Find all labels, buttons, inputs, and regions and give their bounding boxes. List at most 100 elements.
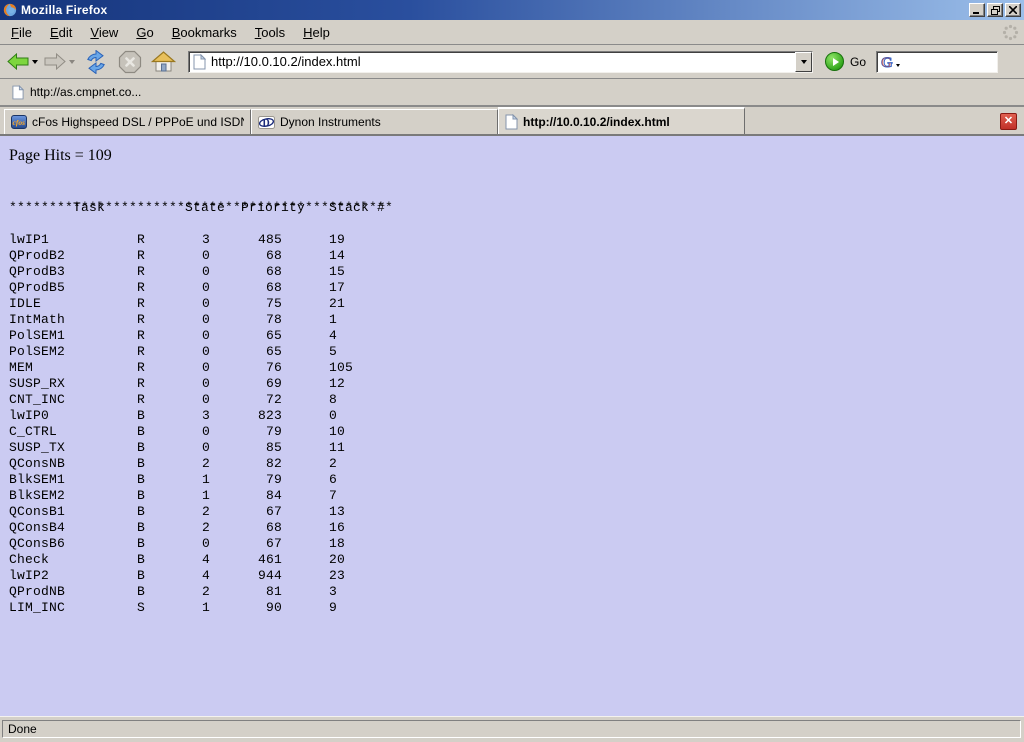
cell-num: 1 — [329, 312, 337, 328]
table-row: lwIP1R348519 — [9, 232, 393, 248]
menu-view[interactable]: View — [81, 22, 127, 43]
cell-task: QProdB3 — [9, 264, 137, 280]
cell-priority: 1 — [202, 472, 258, 488]
firefox-icon — [3, 3, 17, 17]
tab-active-index[interactable]: http://10.0.10.2/index.html — [498, 107, 745, 134]
reload-button[interactable] — [83, 50, 109, 74]
cell-state: S — [137, 600, 202, 616]
menu-bookmarks[interactable]: Bookmarks — [163, 22, 246, 43]
cell-num: 12 — [329, 376, 345, 392]
table-row: PolSEM1R0654 — [9, 328, 393, 344]
cell-num: 5 — [329, 344, 337, 360]
cell-task: QProdNB — [9, 584, 137, 600]
cell-stack: 485 — [258, 232, 282, 248]
window-title: Mozilla Firefox — [21, 3, 107, 17]
go-button[interactable] — [825, 52, 844, 71]
menu-file[interactable]: File — [2, 22, 41, 43]
cell-state: R — [137, 376, 202, 392]
cell-task: MEM — [9, 360, 137, 376]
cell-state: B — [137, 536, 202, 552]
tab-dynon[interactable]: D Dynon Instruments — [251, 109, 498, 134]
table-separator: ****************************************… — [9, 200, 393, 216]
close-button[interactable] — [1005, 3, 1021, 17]
cell-priority: 0 — [202, 280, 258, 296]
cell-state: B — [137, 568, 202, 584]
menu-help[interactable]: Help — [294, 22, 339, 43]
cell-state: R — [137, 344, 202, 360]
url-bar[interactable] — [188, 51, 813, 73]
page-hits-text: Page Hits = 109 — [9, 147, 112, 165]
forward-button[interactable] — [44, 53, 75, 70]
cell-task: BlkSEM1 — [9, 472, 137, 488]
tab-label: Dynon Instruments — [280, 115, 381, 129]
menu-go[interactable]: Go — [127, 22, 162, 43]
minimize-button[interactable] — [969, 3, 985, 17]
cell-stack: 72 — [258, 392, 282, 408]
back-dropdown-caret[interactable] — [32, 60, 38, 64]
cell-priority: 2 — [202, 456, 258, 472]
tab-cfos[interactable]: cfos cFos Highspeed DSL / PPPoE und ISDN… — [4, 109, 251, 134]
url-dropdown-button[interactable] — [795, 52, 812, 72]
table-row: PolSEM2R0655 — [9, 344, 393, 360]
url-input[interactable] — [211, 53, 795, 71]
tab-close-button[interactable]: ✕ — [1000, 113, 1017, 130]
table-row: QConsNBB2822 — [9, 456, 393, 472]
cell-priority: 0 — [202, 312, 258, 328]
throbber-icon — [1002, 24, 1019, 41]
cell-state: B — [137, 408, 202, 424]
cell-task: SUSP_RX — [9, 376, 137, 392]
cell-priority: 0 — [202, 424, 258, 440]
status-text: Done — [2, 720, 1021, 738]
go-label[interactable]: Go — [850, 55, 866, 69]
search-box[interactable]: G G — [876, 51, 998, 73]
cell-num: 21 — [329, 296, 345, 312]
menu-tools[interactable]: Tools — [246, 22, 294, 43]
home-button[interactable] — [151, 51, 176, 73]
cell-num: 4 — [329, 328, 337, 344]
cell-stack: 461 — [258, 552, 282, 568]
stop-button[interactable] — [118, 50, 142, 74]
forward-dropdown-caret[interactable] — [69, 60, 75, 64]
menu-edit[interactable]: Edit — [41, 22, 81, 43]
cell-task: LIM_INC — [9, 600, 137, 616]
table-row: QProdB5R06817 — [9, 280, 393, 296]
cell-stack: 82 — [258, 456, 282, 472]
cell-task: IntMath — [9, 312, 137, 328]
cell-num: 16 — [329, 520, 345, 536]
tab-label: cFos Highspeed DSL / PPPoE und ISDN CAP.… — [32, 115, 244, 129]
cell-stack: 69 — [258, 376, 282, 392]
cell-task: C_CTRL — [9, 424, 137, 440]
cell-state: B — [137, 552, 202, 568]
restore-button[interactable] — [987, 3, 1003, 17]
cell-priority: 0 — [202, 360, 258, 376]
back-button[interactable] — [7, 53, 38, 70]
cell-stack: 90 — [258, 600, 282, 616]
menubar: File Edit View Go Bookmarks Tools Help — [0, 20, 1024, 45]
table-row: QProdNBB2813 — [9, 584, 393, 600]
navigation-toolbar: Go G G — [0, 45, 1024, 79]
table-row: QConsB4B26816 — [9, 520, 393, 536]
table-row: SUSP_RXR06912 — [9, 376, 393, 392]
cell-state: R — [137, 232, 202, 248]
cell-stack: 65 — [258, 328, 282, 344]
search-input[interactable] — [900, 55, 997, 69]
google-g-icon[interactable]: G G — [880, 54, 895, 70]
cell-state: B — [137, 424, 202, 440]
table-row: QConsB6B06718 — [9, 536, 393, 552]
cell-priority: 0 — [202, 264, 258, 280]
cell-stack: 68 — [258, 520, 282, 536]
table-row: IDLER07521 — [9, 296, 393, 312]
cell-stack: 85 — [258, 440, 282, 456]
page-content: Page Hits = 109 TaskStatePriorityStack #… — [0, 136, 1024, 716]
table-row: lwIP2B494423 — [9, 568, 393, 584]
page-icon — [505, 114, 518, 130]
bookmark-item[interactable]: http://as.cmpnet.co... — [8, 83, 145, 102]
table-row: QConsB1B26713 — [9, 504, 393, 520]
cell-task: Check — [9, 552, 137, 568]
tab-label: http://10.0.10.2/index.html — [523, 115, 670, 129]
table-header: TaskStatePriorityStack # — [9, 184, 393, 200]
cell-num: 18 — [329, 536, 345, 552]
cell-stack: 68 — [258, 248, 282, 264]
task-table: TaskStatePriorityStack # ***************… — [9, 184, 393, 616]
cell-state: B — [137, 440, 202, 456]
